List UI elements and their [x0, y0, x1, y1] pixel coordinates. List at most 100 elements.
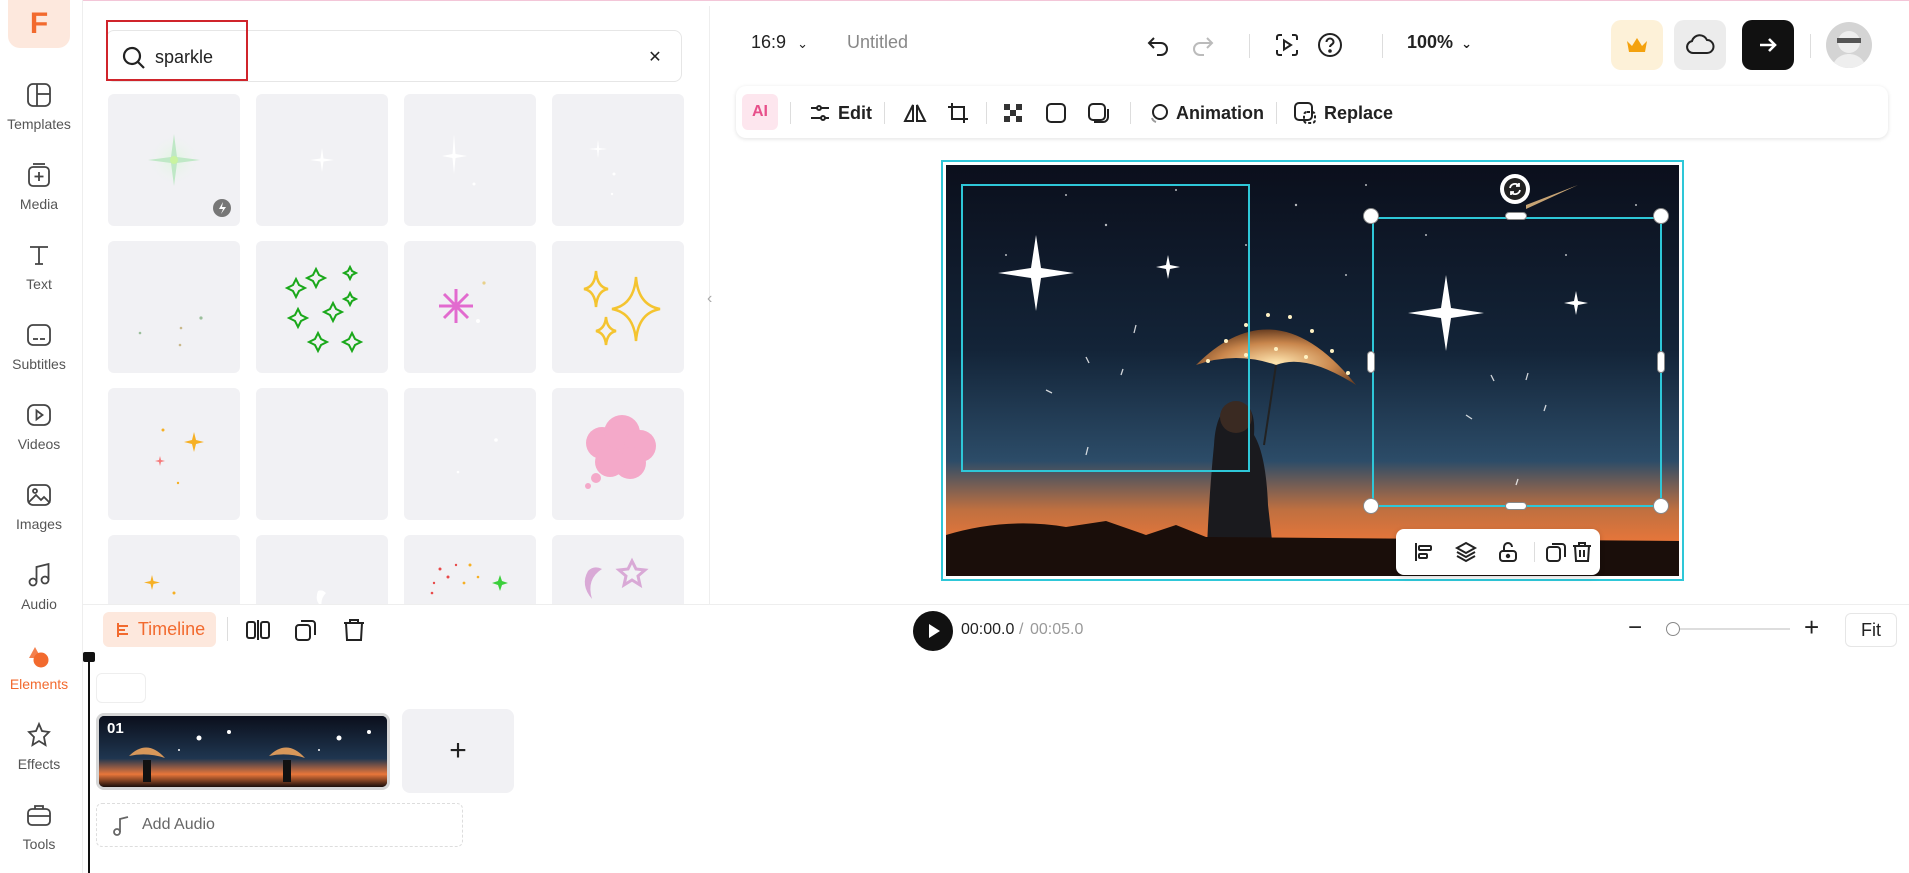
zoom-dropdown[interactable]: 100% ⌄ — [1407, 32, 1472, 53]
divider — [1382, 34, 1383, 58]
sidebar-item-label: Audio — [21, 596, 57, 612]
collapse-panel-chevron-icon[interactable]: ‹ — [707, 290, 721, 318]
sparkle-result-tile[interactable] — [404, 535, 536, 604]
sparkle-result-tile[interactable] — [256, 388, 388, 520]
current-time: 00:00.0 — [961, 621, 1015, 638]
sparkle-result-tile[interactable] — [256, 94, 388, 226]
audio-icon — [28, 562, 50, 587]
sidebar-item-effects[interactable]: Effects — [0, 720, 78, 786]
duplicate-icon[interactable] — [292, 616, 320, 644]
ai-tools-button[interactable]: AI — [742, 94, 778, 130]
timeline-marker-slot[interactable] — [96, 673, 146, 703]
sparkle-result-tile[interactable] — [404, 241, 536, 373]
layers-icon[interactable] — [1454, 540, 1478, 564]
divider — [1249, 34, 1250, 58]
sparkle-result-tile[interactable] — [552, 241, 684, 373]
edit-label: Edit — [838, 102, 872, 123]
sidebar-item-text[interactable]: Text — [0, 240, 78, 306]
play-button[interactable] — [913, 611, 953, 651]
preview-button[interactable] — [1270, 28, 1304, 62]
resize-handle-bottom-right[interactable] — [1653, 498, 1669, 514]
sidebar-item-templates[interactable]: Templates — [0, 80, 78, 146]
sparkle-result-tile[interactable] — [404, 94, 536, 226]
export-button[interactable] — [1742, 20, 1794, 70]
cloud-save-button[interactable] — [1674, 20, 1726, 70]
split-icon[interactable] — [244, 616, 272, 644]
plus-icon: + — [1804, 612, 1820, 642]
replace-button[interactable]: Replace — [1292, 100, 1393, 126]
sparkle-result-tile[interactable] — [108, 388, 240, 520]
sidebar-item-subtitles[interactable]: Subtitles — [0, 320, 78, 386]
timeline-zoom-slider-knob[interactable] — [1666, 622, 1680, 636]
resize-handle-bottom[interactable] — [1505, 502, 1527, 510]
moon-icon — [316, 590, 326, 604]
aspect-ratio-value: 16:9 — [751, 32, 787, 52]
sidebar-item-videos[interactable]: Videos — [0, 400, 78, 466]
video-clip[interactable]: 01 — [96, 713, 390, 790]
sparkle-element-selection[interactable] — [961, 184, 1250, 472]
project-title[interactable]: Untitled — [847, 32, 908, 53]
divider — [227, 617, 228, 641]
music-note-icon — [113, 816, 129, 836]
sparkle-result-tile[interactable] — [108, 94, 240, 226]
duplicate-icon[interactable] — [1544, 540, 1568, 564]
zoom-out-button[interactable]: − — [1628, 614, 1642, 642]
add-audio-button[interactable]: Add Audio — [96, 803, 463, 847]
trash-icon[interactable] — [340, 616, 368, 644]
white-sparkle-icon — [310, 148, 334, 172]
sparkle-result-tile[interactable] — [552, 94, 684, 226]
play-icon — [929, 624, 940, 638]
shadow-button[interactable] — [1086, 100, 1112, 126]
sparkle-result-tile[interactable] — [552, 535, 684, 604]
redo-button[interactable] — [1186, 28, 1220, 62]
results-grid — [108, 94, 688, 604]
sparkle-result-tile[interactable] — [256, 241, 388, 373]
resize-handle-top-right[interactable] — [1653, 208, 1669, 224]
sparkle-result-tile[interactable] — [404, 388, 536, 520]
undo-button[interactable] — [1141, 28, 1175, 62]
sparkle-result-tile[interactable] — [552, 388, 684, 520]
resize-handle-top[interactable] — [1505, 212, 1527, 220]
premium-button[interactable] — [1611, 20, 1663, 70]
sparkle-result-tile[interactable] — [108, 241, 240, 373]
trash-icon[interactable] — [1570, 540, 1594, 564]
resize-handle-left[interactable] — [1367, 351, 1375, 373]
avatar[interactable] — [1826, 22, 1872, 68]
sidebar-item-elements[interactable]: Elements — [0, 640, 78, 706]
border-radius-button[interactable] — [1044, 100, 1068, 126]
animation-icon — [1151, 104, 1168, 123]
crop-button[interactable] — [946, 100, 970, 126]
playhead[interactable] — [88, 655, 90, 873]
sidebar-item-label: Videos — [17, 436, 61, 452]
rotate-handle[interactable] — [1500, 174, 1530, 204]
sidebar-item-media[interactable]: Media — [0, 160, 78, 226]
add-clip-button[interactable]: + — [402, 709, 514, 793]
sidebar-item-images[interactable]: Images — [0, 480, 78, 546]
help-button[interactable] — [1313, 28, 1347, 62]
text-icon — [30, 246, 48, 265]
resize-handle-top-left[interactable] — [1363, 208, 1379, 224]
sparkle-result-tile[interactable] — [256, 535, 388, 604]
animation-button[interactable]: Animation — [1148, 100, 1264, 126]
app-logo[interactable]: F — [8, 0, 70, 48]
zoom-in-button[interactable]: + — [1804, 612, 1819, 643]
results-grid-scroll[interactable] — [108, 94, 688, 604]
fit-button[interactable]: Fit — [1845, 613, 1897, 647]
active-sparkle-element-selection[interactable] — [1372, 217, 1662, 507]
align-left-icon[interactable] — [1412, 540, 1436, 564]
resize-handle-bottom-left[interactable] — [1363, 498, 1379, 514]
clear-search-button[interactable]: ✕ — [643, 45, 667, 69]
edit-button[interactable]: Edit — [808, 100, 872, 126]
timeline-zoom-slider[interactable] — [1666, 628, 1790, 630]
flip-button[interactable] — [902, 100, 928, 126]
unlock-icon[interactable] — [1496, 540, 1520, 564]
clip-thumbnail — [99, 716, 387, 787]
sidebar-item-tools[interactable]: Tools — [0, 800, 78, 866]
sidebar-item-audio[interactable]: Audio — [0, 560, 78, 626]
resize-handle-right[interactable] — [1657, 351, 1665, 373]
tab-timeline[interactable]: Timeline — [103, 612, 216, 647]
transparency-button[interactable] — [1002, 100, 1024, 126]
sparkle-result-tile[interactable] — [108, 535, 240, 604]
green-glow-sparkle-icon — [148, 134, 231, 217]
aspect-ratio-dropdown[interactable]: 16:9 ⌄ — [751, 32, 808, 53]
